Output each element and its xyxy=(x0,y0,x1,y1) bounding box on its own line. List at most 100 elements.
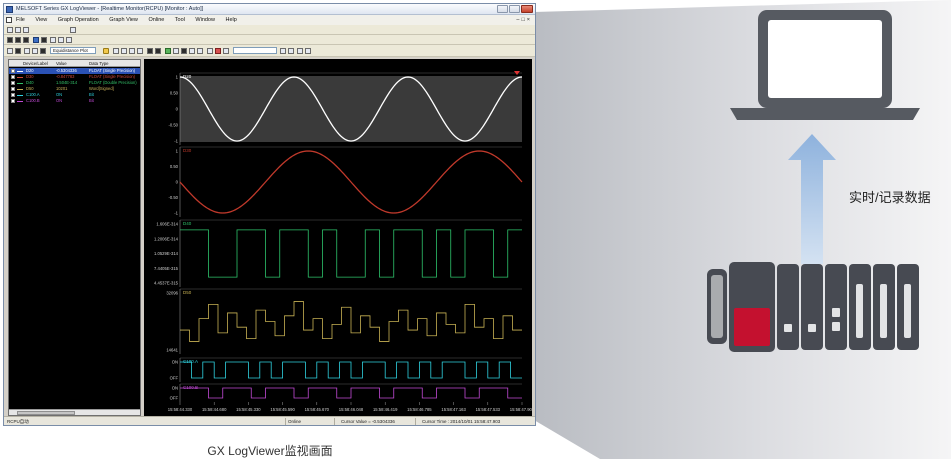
col-device-label[interactable]: Device/Label xyxy=(23,60,48,67)
menu-graph-view[interactable]: Graph View xyxy=(109,17,138,23)
y-tick-label: 4.4537E-315 xyxy=(154,281,179,286)
series-color-swatch xyxy=(17,88,23,90)
camera-icon[interactable] xyxy=(137,48,143,54)
col-data-type[interactable]: Data Type xyxy=(89,60,109,67)
maximize-button[interactable] xyxy=(509,5,520,13)
y-tick-label: -0.50 xyxy=(168,123,178,128)
measure-icon[interactable] xyxy=(223,48,229,54)
x-tick-label: 15:58:44.330 xyxy=(168,407,193,412)
menu-file[interactable]: File xyxy=(16,17,25,23)
scale-icon[interactable] xyxy=(32,48,38,54)
record-icon[interactable] xyxy=(15,37,21,43)
data-transfer-arrow-icon xyxy=(788,134,836,264)
close-button[interactable] xyxy=(521,5,533,13)
zoom-in-icon[interactable] xyxy=(280,48,286,54)
print-icon[interactable] xyxy=(70,27,76,33)
device-table-header: Device/Label Value Data Type xyxy=(9,60,140,67)
menu-online[interactable]: Online xyxy=(148,17,164,23)
step-icon[interactable] xyxy=(207,48,213,54)
menu-view[interactable]: View xyxy=(35,17,47,23)
status-divider xyxy=(334,418,335,425)
new-icon[interactable] xyxy=(7,27,13,33)
device-table-hscrollbar[interactable] xyxy=(9,409,140,415)
window-title: MELSOFT Series GX LogViewer - [Realtime … xyxy=(16,6,204,12)
y-tick-label: OFF xyxy=(170,396,179,401)
graph-icon[interactable] xyxy=(181,48,187,54)
laptop-icon xyxy=(730,10,920,120)
plc-unit-icon xyxy=(707,262,919,352)
window-titlebar: MELSOFT Series GX LogViewer - [Realtime … xyxy=(4,4,535,15)
series-color-swatch xyxy=(17,94,23,96)
x-tick-label: 15:58:45.670 xyxy=(305,407,330,412)
save-icon[interactable] xyxy=(23,27,29,33)
scale-select[interactable] xyxy=(233,47,277,54)
table-icon[interactable] xyxy=(58,37,64,43)
fit-icon[interactable] xyxy=(297,48,303,54)
zoom-icon[interactable] xyxy=(7,48,13,54)
series-color-swatch xyxy=(17,76,23,78)
scrollbar-thumb[interactable] xyxy=(17,411,75,415)
layout-icon[interactable] xyxy=(173,48,179,54)
settings-icon[interactable] xyxy=(66,37,72,43)
y-tick-label: 32096 xyxy=(166,291,178,296)
stop-icon[interactable] xyxy=(41,37,47,43)
visibility-checkbox[interactable] xyxy=(11,75,15,79)
cursor-icon[interactable] xyxy=(15,48,21,54)
y-tick-label: 1.0529E-314 xyxy=(154,251,179,256)
series-color-swatch xyxy=(17,70,23,72)
visibility-checkbox[interactable] xyxy=(11,87,15,91)
menu-tool[interactable]: Tool xyxy=(175,17,185,23)
status-divider xyxy=(285,418,286,425)
minimize-button[interactable] xyxy=(497,5,508,13)
menu-window[interactable]: Window xyxy=(195,17,215,23)
graph-area[interactable]: D2010.500-0.50-1D3010.500-0.50-1D401.606… xyxy=(144,59,532,416)
plot-mode-select[interactable]: Equidistance Plot xyxy=(50,47,96,54)
folder-icon[interactable] xyxy=(103,48,109,54)
device-name: C100.B xyxy=(26,98,40,103)
mdi-controls[interactable]: –□× xyxy=(516,15,532,25)
alarm-icon[interactable] xyxy=(215,48,221,54)
device-row-c100-b[interactable]: C100.B ON Bit xyxy=(9,98,140,104)
play-icon[interactable] xyxy=(33,37,39,43)
col-value[interactable]: Value xyxy=(56,60,67,67)
visibility-checkbox[interactable] xyxy=(11,69,15,73)
monitor-icon[interactable] xyxy=(7,37,13,43)
display-split-icon[interactable] xyxy=(155,48,161,54)
status-divider xyxy=(415,418,416,425)
export-icon[interactable] xyxy=(129,48,135,54)
toolbar-row-3: Equidistance Plot xyxy=(4,45,535,57)
copy-icon[interactable] xyxy=(113,48,119,54)
y-tick-label: 7.4405E-315 xyxy=(154,266,179,271)
status-bar: RCPU自动 Online Cursor Value = -0.5304336 … xyxy=(4,416,535,425)
series-name-label: D30 xyxy=(183,148,192,153)
menu-help[interactable]: Help xyxy=(226,17,237,23)
paste-icon[interactable] xyxy=(121,48,127,54)
chart-icon[interactable] xyxy=(50,37,56,43)
trigger-icon[interactable] xyxy=(23,37,29,43)
menu-graph-operation[interactable]: Graph Operation xyxy=(58,17,99,23)
marker-icon[interactable] xyxy=(165,48,171,54)
status-cursor-time: Cursor Time : 2014/10/01 15:58:47.903 xyxy=(422,419,501,424)
y-tick-label: 14641 xyxy=(166,348,178,353)
visibility-checkbox[interactable] xyxy=(11,81,15,85)
wave-compare-icon[interactable] xyxy=(197,48,203,54)
zoom-out-icon[interactable] xyxy=(288,48,294,54)
status-mode: Online xyxy=(288,419,302,424)
series-name-label: C100.A xyxy=(183,359,198,364)
open-icon[interactable] xyxy=(15,27,21,33)
x-tick-label: 15:58:47.163 xyxy=(441,407,466,412)
wave-icon[interactable] xyxy=(189,48,195,54)
x-tick-label: 15:58:46.419 xyxy=(373,407,398,412)
grid-icon[interactable] xyxy=(24,48,30,54)
reset-icon[interactable] xyxy=(305,48,311,54)
y-tick-label: ON xyxy=(172,386,178,391)
y-tick-label: 1.606E-314 xyxy=(156,222,178,227)
illustration-stage: MELSOFT Series GX LogViewer - [Realtime … xyxy=(0,0,951,459)
display-icon[interactable] xyxy=(147,48,153,54)
visibility-checkbox[interactable] xyxy=(11,99,15,103)
x-tick-label: 15:58:44.680 xyxy=(202,407,227,412)
toolbar-row-1 xyxy=(4,25,535,35)
series-name-label: C100.B xyxy=(183,385,198,390)
overlay-icon[interactable] xyxy=(40,48,46,54)
visibility-checkbox[interactable] xyxy=(11,93,15,97)
